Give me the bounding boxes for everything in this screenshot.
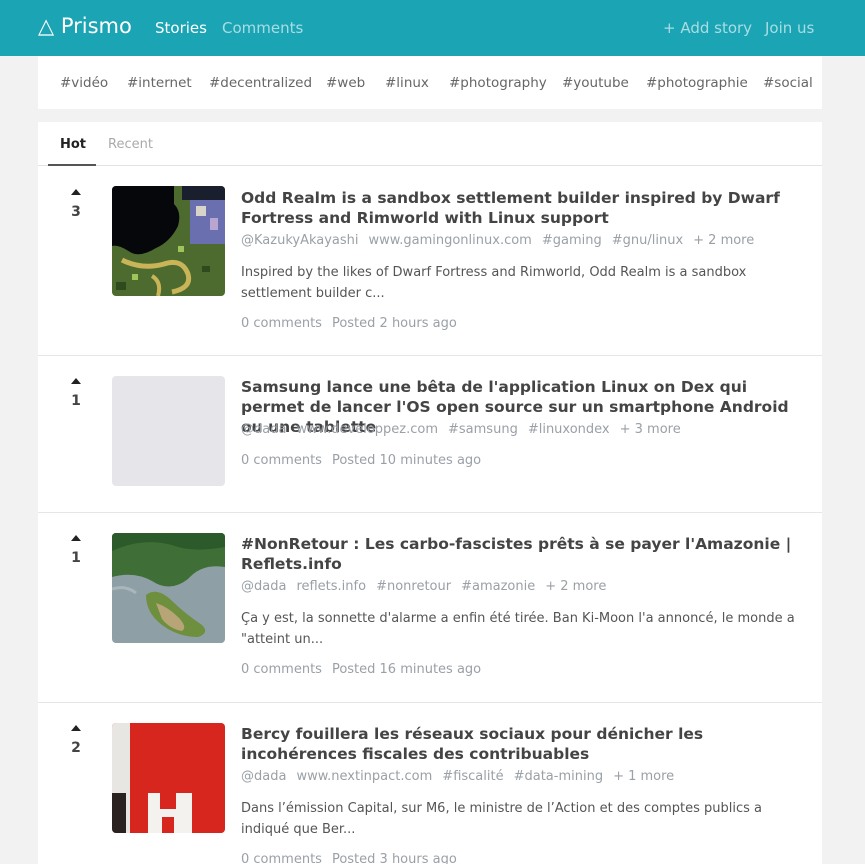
story-domain[interactable]: www.developpez.com [296,422,438,437]
story-thumbnail[interactable] [112,533,225,643]
story-excerpt: Inspired by the likes of Dwarf Fortress … [241,265,747,301]
posted-time: Posted 3 hours ago [331,852,457,864]
story-author[interactable]: @dada [241,769,286,784]
tag-link[interactable]: #web [326,75,365,91]
story-thumbnail-placeholder[interactable] [112,376,225,486]
story-tag[interactable]: #gaming [542,233,602,248]
tag-link[interactable]: #vidéo [60,75,108,91]
story-thumbnail[interactable] [112,186,225,296]
nav-comments[interactable]: Comments [222,19,303,37]
tab-recent[interactable]: Recent [108,137,153,152]
story-tag[interactable]: #fiscalité [442,769,503,784]
story-meta: @KazukyAkayashi www.gamingonlinux.com #gam… [241,233,764,248]
posted-time: Posted 10 minutes ago [331,453,482,468]
brand-logo[interactable]: △ Prismo [38,14,132,38]
more-tags[interactable]: + 2 more [693,233,754,248]
vote-count: 3 [71,204,81,220]
tag-link[interactable]: #social [763,75,813,91]
tag-link[interactable]: #internet [127,75,192,91]
sort-tabs: Hot Recent [38,122,822,166]
story-meta: @dada www.developpez.com #samsung #linuxond… [241,422,691,437]
vote-count: 2 [71,740,81,756]
story-tag[interactable]: #amazonie [461,579,535,594]
story-meta: @dada www.nextinpact.com #fiscalité #data-m… [241,769,684,784]
upvote-arrow-icon[interactable] [71,189,81,195]
story-domain[interactable]: www.nextinpact.com [296,769,432,784]
story-thumbnail[interactable] [112,723,225,833]
vote-count: 1 [71,393,81,409]
story-footer: 0 comments Posted 2 hours ago [241,316,467,331]
story-tag[interactable]: #samsung [448,422,518,437]
upvote-arrow-icon[interactable] [71,378,81,384]
story-author[interactable]: @dada [241,422,286,437]
story-domain[interactable]: www.gamingonlinux.com [369,233,532,248]
story-footer: 0 comments Posted 16 minutes ago [241,662,491,677]
comments-link[interactable]: 0 comments [241,852,322,864]
story-item: 1 #NonRetour : Les carbo-fascistes prêts… [38,513,822,702]
story-meta: @dada reflets.info #nonretour #amazonie + 2 … [241,579,616,594]
story-tag[interactable]: #linuxondex [528,422,610,437]
story-item: 3 Odd Realm is a sandbox settlement buil… [38,166,822,355]
story-tag[interactable]: #nonretour [376,579,451,594]
comments-link[interactable]: 0 comments [241,453,322,468]
story-item: 2 Bercy fouillera les réseaux sociaux po… [38,703,822,864]
more-tags[interactable]: + 3 more [620,422,681,437]
tag-link[interactable]: #decentralized [209,75,312,91]
story-domain[interactable]: reflets.info [296,579,366,594]
story-author[interactable]: @KazukyAkayashi [241,233,359,248]
top-navbar: △ Prismo Stories Comments + Add story Jo… [0,0,865,56]
story-excerpt: Dans l’émission Capital, sur M6, le mini… [241,801,762,837]
comments-link[interactable]: 0 comments [241,316,322,331]
story-excerpt: Ça y est, la sonnette d'alarme a enfin é… [241,611,795,647]
more-tags[interactable]: + 2 more [545,579,606,594]
story-author[interactable]: @dada [241,579,286,594]
story-tag[interactable]: #gnu/linux [612,233,683,248]
add-story-link[interactable]: + Add story [663,19,752,37]
story-item: 1 Samsung lance une bêta de l'applicatio… [38,356,822,512]
upvote-arrow-icon[interactable] [71,725,81,731]
story-footer: 0 comments Posted 10 minutes ago [241,453,491,468]
posted-time: Posted 16 minutes ago [331,662,482,677]
story-footer: 0 comments Posted 3 hours ago [241,852,467,864]
comments-link[interactable]: 0 comments [241,662,322,677]
vote-count: 1 [71,550,81,566]
join-us-link[interactable]: Join us [765,19,814,37]
story-title[interactable]: Odd Realm is a sandbox settlement builde… [241,188,801,228]
tag-link[interactable]: #photography [449,75,547,91]
tag-link[interactable]: #linux [385,75,429,91]
tag-link[interactable]: #photographie [646,75,748,91]
story-title[interactable]: #NonRetour : Les carbo-fascistes prêts à… [241,534,801,574]
stories-list: Hot Recent 3 Odd Realm is a sandbox sett… [38,122,822,864]
tab-hot[interactable]: Hot [60,137,86,152]
posted-time: Posted 2 hours ago [331,316,457,331]
popular-tags-bar: #vidéo #internet #decentralized #web #li… [38,56,822,109]
nav-stories[interactable]: Stories [155,19,207,37]
story-title[interactable]: Bercy fouillera les réseaux sociaux pour… [241,724,801,764]
tag-link[interactable]: #youtube [562,75,629,91]
story-tag[interactable]: #data-mining [514,769,603,784]
more-tags[interactable]: + 1 more [613,769,674,784]
upvote-arrow-icon[interactable] [71,535,81,541]
